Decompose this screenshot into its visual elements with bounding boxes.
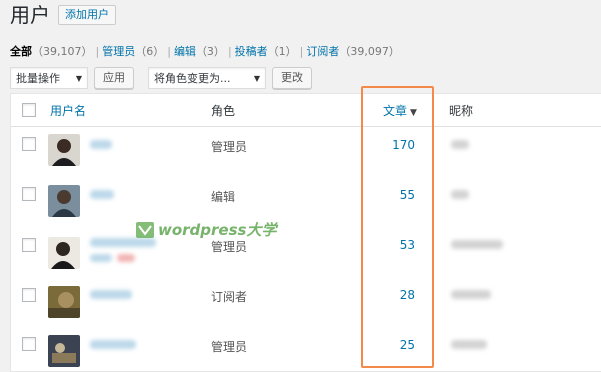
- posts-column-highlight: [361, 86, 434, 368]
- users-table: 用户名 角色 文章 ▼ 昵称 管理员 170 编辑 55 管理员 53 订阅者 …: [10, 93, 601, 372]
- filter-editor-count: （3）: [195, 45, 225, 58]
- row-checkbox[interactable]: [22, 337, 36, 351]
- watermark-logo-icon: [136, 221, 154, 238]
- avatar-image: [48, 185, 80, 217]
- avatar: [48, 286, 80, 318]
- avatar: [48, 237, 80, 269]
- avatar: [48, 134, 80, 166]
- username-link[interactable]: [90, 290, 132, 299]
- avatar-image: [48, 134, 80, 166]
- avatar-image: [48, 335, 80, 367]
- filter-administrator-count: （6）: [135, 45, 165, 58]
- change-role-label: 将角色变更为...: [154, 72, 231, 85]
- row-checkbox[interactable]: [22, 137, 36, 151]
- row-nickname: [451, 240, 503, 249]
- filter-editor[interactable]: 编辑: [174, 45, 196, 58]
- bulk-actions-select[interactable]: 批量操作 ▼: [10, 67, 88, 89]
- user-badge: [117, 254, 135, 262]
- row-role: 管理员: [211, 240, 248, 254]
- select-all-checkbox[interactable]: [22, 103, 36, 117]
- row-nickname: [451, 190, 469, 199]
- chevron-down-icon: ▼: [75, 73, 82, 83]
- table-row: 订阅者 28: [11, 278, 601, 327]
- column-username[interactable]: 用户名: [50, 104, 86, 118]
- separator: |: [227, 45, 232, 58]
- filter-subscriber[interactable]: 订阅者: [306, 45, 339, 58]
- avatar: [48, 335, 80, 367]
- page-header: 用户 添加用户: [10, 2, 116, 28]
- row-nickname: [451, 340, 487, 349]
- filter-administrator[interactable]: 管理员: [102, 45, 135, 58]
- username-link[interactable]: [90, 190, 114, 199]
- role-filter-links: 全部（39,107） | 管理员（6） | 编辑（3） | 投稿者（1） | 订阅者（39,09…: [10, 43, 400, 59]
- column-nickname: 昵称: [449, 104, 474, 118]
- chevron-down-icon: ▼: [253, 73, 260, 83]
- username-link[interactable]: [90, 140, 112, 149]
- page-title: 用户: [10, 3, 50, 27]
- separator: |: [95, 45, 100, 58]
- watermark: wordpress大学: [136, 219, 276, 240]
- avatar-image: [48, 237, 80, 269]
- change-role-button[interactable]: 更改: [272, 67, 312, 89]
- row-role: 管理员: [211, 340, 248, 354]
- apply-button[interactable]: 应用: [94, 67, 134, 89]
- row-checkbox[interactable]: [22, 288, 36, 302]
- watermark-text: wordpress大学: [158, 221, 277, 239]
- user-sub-label: [90, 254, 112, 262]
- filter-all-count: （39,107）: [32, 45, 93, 58]
- separator: |: [299, 45, 304, 58]
- filter-contributor[interactable]: 投稿者: [235, 45, 268, 58]
- filter-contributor-count: （1）: [267, 45, 297, 58]
- column-role: 角色: [211, 104, 236, 118]
- row-role: 管理员: [211, 140, 248, 154]
- avatar: [48, 185, 80, 217]
- row-role: 编辑: [211, 190, 236, 204]
- row-role: 订阅者: [211, 290, 248, 304]
- row-nickname: [451, 290, 491, 299]
- table-row: 管理员 170: [11, 128, 601, 177]
- filter-subscriber-count: （39,097）: [339, 45, 400, 58]
- change-role-select[interactable]: 将角色变更为... ▼: [148, 67, 266, 89]
- separator: |: [167, 45, 171, 58]
- bulk-actions-label: 批量操作: [16, 72, 60, 85]
- row-checkbox[interactable]: [22, 238, 36, 252]
- add-user-button[interactable]: 添加用户: [58, 5, 116, 25]
- table-row: 管理员 25: [11, 328, 601, 371]
- username-link[interactable]: [90, 340, 136, 349]
- avatar-image: [48, 286, 80, 318]
- table-row: 编辑 55: [11, 178, 601, 227]
- table-row: 管理员 53: [11, 228, 601, 277]
- filter-all[interactable]: 全部: [10, 45, 32, 58]
- table-header: 用户名 角色 文章 ▼ 昵称: [11, 94, 601, 127]
- row-checkbox[interactable]: [22, 187, 36, 201]
- row-nickname: [451, 140, 469, 149]
- table-actions: 批量操作 ▼ 应用 将角色变更为... ▼ 更改: [10, 67, 312, 89]
